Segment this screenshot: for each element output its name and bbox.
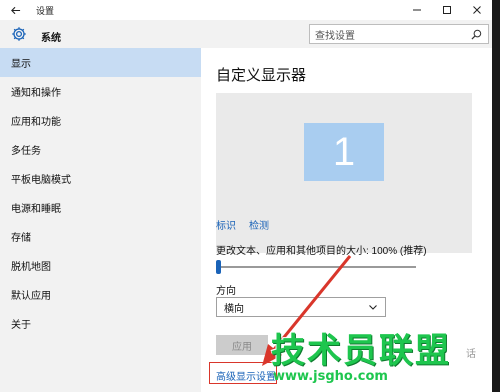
chevron-down-icon — [369, 305, 377, 310]
window-controls — [402, 0, 492, 20]
sidebar-item-label: 关于 — [11, 320, 31, 331]
sidebar-item-label: 多任务 — [11, 146, 41, 157]
sidebar-item-multitasking[interactable]: 多任务 — [0, 135, 201, 164]
maximize-icon — [443, 6, 451, 14]
watermark-fragment: 话 — [466, 349, 476, 360]
sidebar-item-label: 通知和操作 — [11, 88, 61, 99]
back-arrow-icon — [10, 6, 20, 14]
sidebar-item-display[interactable]: 显示 — [0, 48, 201, 77]
scale-label: 更改文本、应用和其他项目的大小: 100% (推荐) — [216, 246, 427, 257]
monitor-number: 1 — [332, 129, 356, 174]
sidebar-item-label: 脱机地图 — [11, 262, 51, 273]
monitor-tile[interactable]: 1 — [304, 123, 384, 181]
search-icon — [471, 29, 482, 40]
orientation-label: 方向 — [216, 286, 236, 297]
sidebar-item-about[interactable]: 关于 — [0, 309, 201, 338]
search-placeholder: 查找设置 — [315, 30, 355, 42]
sidebar-item-default-apps[interactable]: 默认应用 — [0, 280, 201, 309]
orientation-dropdown[interactable]: 横向 — [216, 297, 386, 317]
sidebar-item-tablet-mode[interactable]: 平板电脑模式 — [0, 164, 201, 193]
minimize-icon — [413, 9, 421, 11]
sidebar-item-power-sleep[interactable]: 电源和睡眠 — [0, 193, 201, 222]
window-title: 设置 — [36, 5, 55, 16]
back-button[interactable] — [0, 0, 30, 20]
sidebar-item-label: 应用和功能 — [11, 117, 61, 128]
sidebar-item-label: 平板电脑模式 — [11, 175, 71, 186]
settings-window: 设置 系统 查找设置 显示 通知和操作 应用和功能 多任务 平板电脑模式 电源和… — [0, 0, 500, 392]
advanced-display-settings-link[interactable]: 高级显示设置 — [216, 368, 276, 383]
watermark-url: www.jsgho.com — [273, 369, 388, 384]
sidebar-item-label: 默认应用 — [11, 291, 51, 302]
close-icon — [473, 6, 481, 14]
apply-button[interactable]: 应用 — [216, 335, 268, 355]
sidebar-item-notifications[interactable]: 通知和操作 — [0, 77, 201, 106]
maximize-button[interactable] — [432, 0, 462, 20]
watermark: 技术员联盟 www.jsgho.com — [271, 323, 483, 387]
title-bar: 设置 — [0, 0, 492, 20]
scale-slider[interactable] — [216, 260, 416, 274]
watermark-title: 技术员联盟 — [271, 331, 451, 371]
sidebar-item-label: 存储 — [11, 233, 31, 244]
orientation-value: 横向 — [224, 303, 244, 315]
page-title: 自定义显示器 — [216, 67, 307, 84]
slider-track — [216, 266, 416, 268]
search-input[interactable]: 查找设置 — [309, 24, 489, 44]
sidebar-item-apps-features[interactable]: 应用和功能 — [0, 106, 201, 135]
sidebar-item-offline-maps[interactable]: 脱机地图 — [0, 251, 201, 280]
section-title: 系统 — [41, 33, 61, 44]
close-button[interactable] — [462, 0, 492, 20]
sidebar-item-label: 显示 — [11, 59, 31, 70]
sidebar-item-label: 电源和睡眠 — [11, 204, 61, 215]
sidebar: 显示 通知和操作 应用和功能 多任务 平板电脑模式 电源和睡眠 存储 脱机地图 … — [0, 48, 201, 392]
identify-link[interactable]: 标识 — [216, 217, 236, 232]
detect-link[interactable]: 检测 — [249, 217, 269, 232]
sidebar-item-storage[interactable]: 存储 — [0, 222, 201, 251]
monitor-links: 标识 检测 — [216, 217, 282, 232]
background-strip — [492, 0, 500, 392]
gear-icon — [12, 27, 26, 41]
page-header: 系统 查找设置 — [0, 20, 492, 48]
slider-thumb[interactable] — [216, 260, 221, 274]
minimize-button[interactable] — [402, 0, 432, 20]
